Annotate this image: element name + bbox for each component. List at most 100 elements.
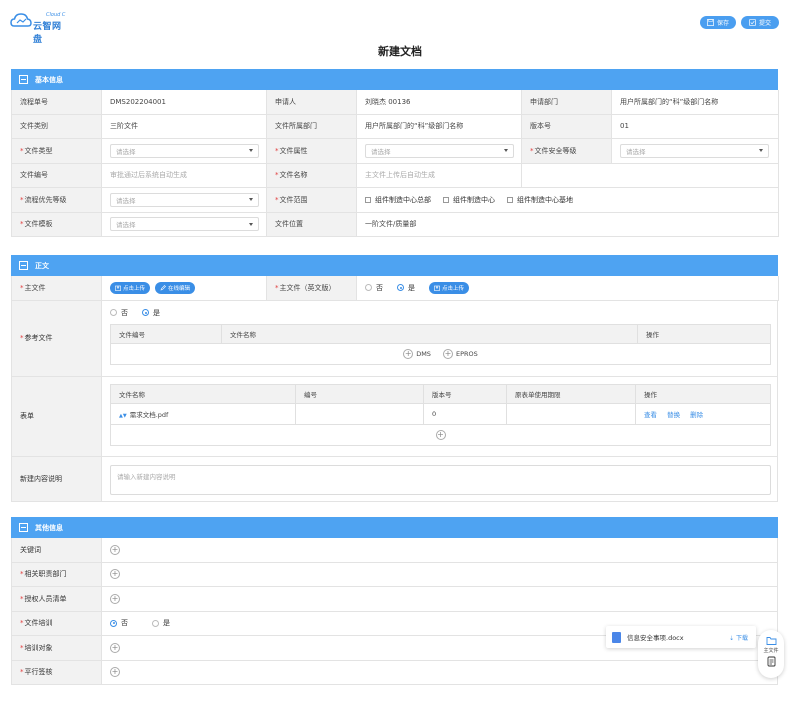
plus-circle-icon[interactable]: + xyxy=(110,569,120,580)
doc-dept-value: 用户所属部门的“科”级部门名称 xyxy=(357,114,522,139)
sort-icon[interactable]: ▲▼ xyxy=(119,413,127,419)
replace-link[interactable]: 替换 xyxy=(667,411,680,419)
other-info-section: 其他信息 关键词 + * 相关职责部门 + * 授权人员清单 + * 文件培训 否 是… xyxy=(11,517,778,685)
upload-button[interactable]: 点击上传 xyxy=(110,281,151,294)
related-dept-label-cell: * 相关职责部门 xyxy=(12,562,102,587)
doc-attr-cell: 请选择 xyxy=(357,139,522,164)
required-mark: * xyxy=(275,195,279,204)
version-value: 01 xyxy=(612,114,779,139)
delete-link[interactable]: 删除 xyxy=(690,411,703,419)
body-header[interactable]: 正文 xyxy=(11,255,778,276)
save-label: 保存 xyxy=(716,21,729,27)
column-header: 原表单使用期限 xyxy=(506,383,636,404)
main-file-en-label: 主文件（英文版） xyxy=(279,283,336,292)
add-dms-button[interactable]: + DMS xyxy=(403,348,431,359)
en-upload-button[interactable]: 点击上传 xyxy=(429,281,470,294)
scope-checkbox-base[interactable]: 组件制造中心基地 xyxy=(507,195,573,205)
template-label: 文件模板 xyxy=(24,220,53,229)
required-mark: * xyxy=(275,146,279,155)
training-target-label-cell: * 培训对象 xyxy=(12,636,102,661)
form-file-version: 0 xyxy=(423,402,507,425)
priority-cell: 请选择 xyxy=(102,188,267,213)
related-dept-row: * 相关职责部门 + xyxy=(11,562,778,587)
doc-security-select[interactable]: 请选择 xyxy=(620,143,769,158)
related-dept-label: 相关职责部门 xyxy=(24,570,67,579)
priority-select[interactable]: 请选择 xyxy=(110,192,259,207)
main-file-label: 主文件 xyxy=(24,283,46,292)
authorized-label: 授权人员清单 xyxy=(24,594,67,603)
document-icon[interactable] xyxy=(766,656,777,667)
process-no-value: DMS202204001 xyxy=(102,90,267,115)
column-header: 操作 xyxy=(635,383,771,404)
authorized-content: + xyxy=(102,587,778,612)
form-ops-cell: 查看 替换 删除 xyxy=(635,402,771,425)
chevron-down-icon xyxy=(249,222,253,226)
ref-no-radio[interactable]: 否 xyxy=(110,308,128,318)
required-mark: * xyxy=(530,146,534,155)
location-value: 一阶文件/质量部 xyxy=(357,212,779,237)
upload-icon xyxy=(434,285,440,291)
view-link[interactable]: 查看 xyxy=(644,411,657,419)
template-select[interactable]: 请选择 xyxy=(110,217,259,232)
collapse-icon[interactable] xyxy=(19,75,28,84)
column-header: 版本号 xyxy=(423,383,507,404)
doc-category-label: 文件类别 xyxy=(12,114,102,139)
form-file-period xyxy=(506,402,636,425)
floating-file-card[interactable]: 信息安全事项.docx ⇣ 下载 xyxy=(606,626,756,648)
plus-circle-icon[interactable]: + xyxy=(110,544,120,555)
plus-circle-icon: + xyxy=(443,348,454,359)
form-label: 表单 xyxy=(12,376,102,457)
en-version-no-radio[interactable]: 否 xyxy=(365,283,383,293)
radio-yes-label: 是 xyxy=(153,308,160,317)
radio-no-label: 否 xyxy=(121,308,128,317)
plus-circle-icon[interactable]: + xyxy=(110,593,120,604)
folder-icon[interactable] xyxy=(766,635,777,646)
scope-checkbox-center[interactable]: 组件制造中心 xyxy=(443,195,495,205)
brand-cn: 云智网盘 xyxy=(33,22,62,45)
plus-circle-icon: + xyxy=(403,348,414,359)
save-button[interactable]: 保存 xyxy=(700,16,736,29)
scope-option-label: 组件制造中心 xyxy=(453,195,495,204)
training-no-radio[interactable]: 否 xyxy=(110,618,128,628)
add-dms-label: DMS xyxy=(416,349,431,358)
basic-info-header[interactable]: 基本信息 xyxy=(11,69,778,90)
en-version-yes-radio[interactable]: 是 xyxy=(397,283,415,293)
process-no-label: 流程单号 xyxy=(12,90,102,115)
doc-attr-select[interactable]: 请选择 xyxy=(365,143,514,158)
download-button[interactable]: ⇣ 下载 xyxy=(729,633,748,642)
plus-circle-icon[interactable]: + xyxy=(435,429,446,440)
doc-category-value: 三阶文件 xyxy=(102,114,267,139)
plus-circle-icon[interactable]: + xyxy=(110,642,120,653)
scope-checkbox-hq[interactable]: 组件制造中心总部 xyxy=(365,195,431,205)
collapse-icon[interactable] xyxy=(19,523,28,532)
priority-label-cell: * 流程优先等级 xyxy=(12,188,102,213)
body-title: 正文 xyxy=(35,261,49,270)
basic-info-section: 基本信息 流程单号 DMS202204001 申请人 刘晓杰 00136 申请部… xyxy=(11,69,779,237)
required-mark: * xyxy=(20,643,24,652)
other-info-header[interactable]: 其他信息 xyxy=(11,517,778,538)
desc-textarea[interactable]: 请输入新建内容说明 xyxy=(110,464,771,495)
plus-circle-icon[interactable]: + xyxy=(110,667,120,678)
online-edit-button[interactable]: 在线编辑 xyxy=(155,281,196,294)
radio-icon xyxy=(365,284,372,292)
doc-security-label: 文件安全等级 xyxy=(534,146,577,155)
doc-type-select[interactable]: 请选择 xyxy=(110,143,259,158)
doc-attr-label: 文件属性 xyxy=(279,146,308,155)
priority-placeholder: 请选择 xyxy=(116,196,136,205)
authorized-row: * 授权人员清单 + xyxy=(11,587,778,612)
submit-button[interactable]: 提交 xyxy=(741,16,779,29)
ref-yes-radio[interactable]: 是 xyxy=(142,308,160,318)
applicant-value: 刘晓杰 00136 xyxy=(357,90,522,115)
training-yes-radio[interactable]: 是 xyxy=(152,618,170,628)
doc-type-cell: 请选择 xyxy=(102,139,267,164)
chevron-down-icon xyxy=(504,149,508,153)
doc-no-hint: 审批通过后系统自动生成 xyxy=(102,163,267,188)
template-placeholder: 请选择 xyxy=(116,221,136,230)
page-title: 新建文档 xyxy=(378,45,422,58)
collapse-icon[interactable] xyxy=(19,261,28,270)
parallel-sign-label: 平行签核 xyxy=(24,668,53,677)
column-header: 操作 xyxy=(637,323,771,344)
required-mark: * xyxy=(275,283,279,292)
column-header: 编号 xyxy=(295,383,424,404)
add-epros-button[interactable]: + EPROS xyxy=(443,348,478,359)
